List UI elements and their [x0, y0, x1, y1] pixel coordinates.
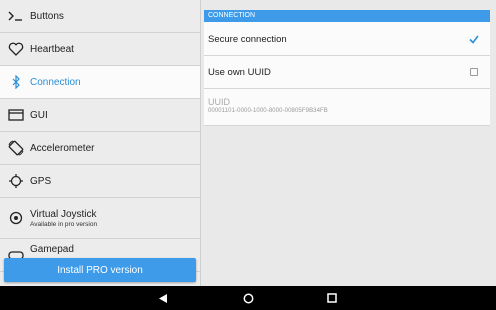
- uuid-field: UUID 00001101-0000-1000-8000-00805F9B34F…: [208, 97, 328, 114]
- install-pro-button[interactable]: Install PRO version: [4, 258, 196, 282]
- sidebar-item-virtual-joystick[interactable]: Virtual Joystick Available in pro versio…: [0, 198, 200, 239]
- sidebar-item-heartbeat[interactable]: Heartbeat: [0, 33, 200, 66]
- sidebar-item-label: GUI: [30, 109, 48, 121]
- secure-connection-row[interactable]: Secure connection: [204, 23, 490, 56]
- uuid-value: 00001101-0000-1000-8000-00805F9B34FB: [208, 108, 328, 114]
- check-icon: [469, 35, 479, 44]
- sidebar-item-gps[interactable]: GPS: [0, 165, 200, 198]
- window-icon: [8, 107, 24, 123]
- uuid-label: UUID: [208, 97, 230, 107]
- row-divider: [204, 125, 490, 126]
- sidebar-item-label: Virtual Joystick: [30, 208, 97, 220]
- sidebar-item-label: GPS: [30, 175, 52, 187]
- joystick-icon: [8, 210, 24, 226]
- own-uuid-row[interactable]: Use own UUID: [204, 56, 490, 89]
- sidebar-item-label: Buttons: [30, 10, 64, 22]
- home-icon[interactable]: [242, 292, 254, 304]
- connection-card: CONNECTION Secure connection Use own UUI…: [204, 10, 490, 126]
- sidebar-item-sublabel: Available in pro version: [30, 220, 98, 228]
- heart-icon: [8, 41, 24, 57]
- gps-crosshair-icon: [8, 173, 24, 189]
- recents-icon[interactable]: [326, 292, 338, 304]
- sidebar-item-accelerometer[interactable]: Accelerometer: [0, 132, 200, 165]
- phone-rotate-icon: [8, 140, 24, 156]
- secure-connection-label: Secure connection: [208, 33, 287, 45]
- sidebar-item-connection[interactable]: Connection: [0, 66, 200, 99]
- sidebar-item-label: Connection: [30, 76, 81, 88]
- sidebar-item-label: Accelerometer: [30, 142, 95, 154]
- own-uuid-label: Use own UUID: [208, 66, 271, 78]
- sidebar-item-gui[interactable]: GUI: [0, 99, 200, 132]
- sidebar-item-label: Gamepad: [30, 243, 74, 255]
- bluetooth-icon: [8, 74, 24, 90]
- sidebar-item-label: Heartbeat: [30, 43, 74, 55]
- settings-pane: CONNECTION Secure connection Use own UUI…: [201, 0, 496, 286]
- sidebar: Buttons Heartbeat Connection GUI Acceler…: [0, 0, 200, 286]
- section-header: CONNECTION: [204, 10, 490, 22]
- back-icon[interactable]: [157, 292, 169, 304]
- system-navbar: [0, 286, 496, 310]
- own-uuid-checkbox[interactable]: [470, 68, 478, 76]
- sidebar-item-buttons[interactable]: Buttons: [0, 0, 200, 33]
- secure-connection-checkbox[interactable]: [469, 34, 479, 44]
- terminal-prompt-icon: [8, 8, 24, 24]
